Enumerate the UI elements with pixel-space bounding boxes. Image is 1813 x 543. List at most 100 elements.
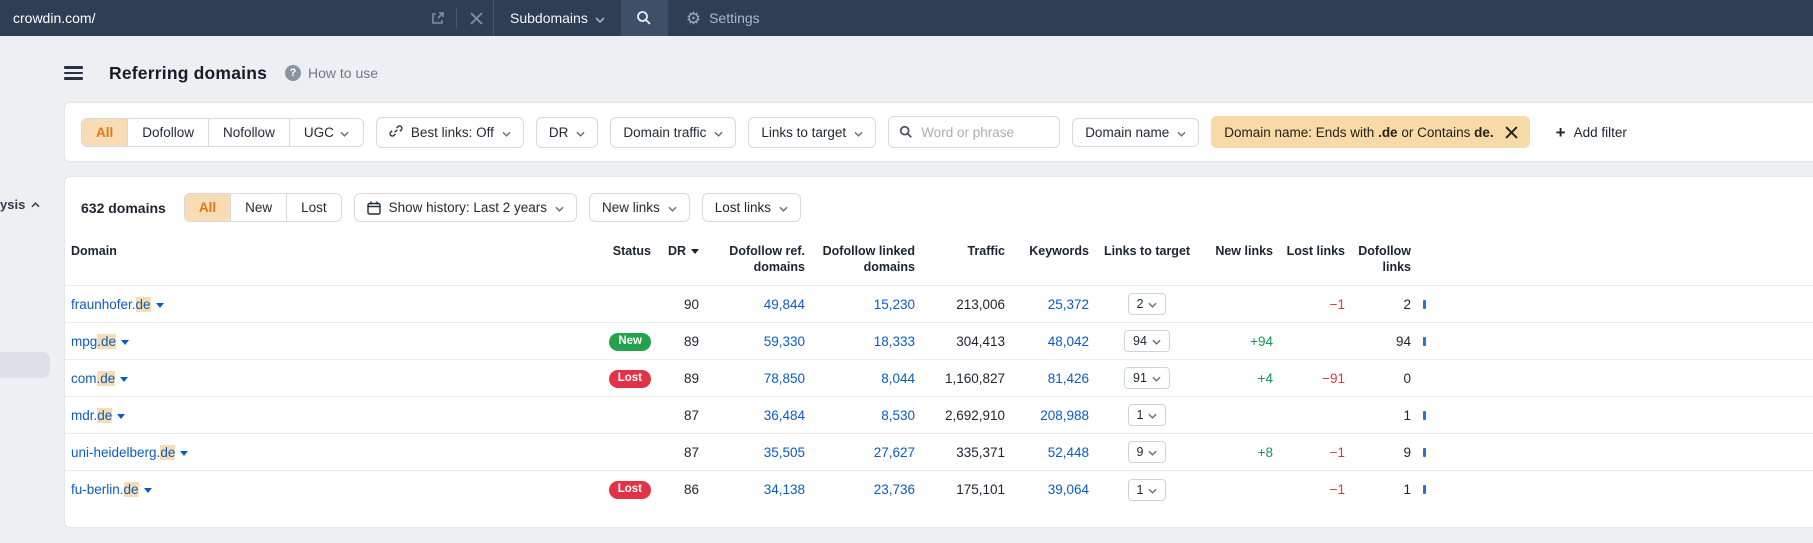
status-badge: Lost — [608, 370, 651, 388]
column-header-links-to-target[interactable]: Links to target — [1095, 236, 1199, 286]
referring-domains-panel: 632 domains All New Lost Show history: Las… — [64, 176, 1813, 528]
dofollow-linked-domains-value[interactable]: 23,736 — [811, 471, 921, 508]
keywords-value[interactable]: 39,064 — [1011, 471, 1095, 508]
links-to-target-dropdown[interactable]: 2 — [1127, 293, 1167, 316]
dofollow-linked-domains-value[interactable]: 8,530 — [811, 397, 921, 434]
domain-prefix: mdr. — [71, 407, 98, 423]
links-to-target-dropdown[interactable]: 91 — [1124, 367, 1170, 390]
domain-caret-icon[interactable] — [120, 376, 129, 382]
domain-caret-icon[interactable] — [180, 450, 189, 456]
target-input[interactable]: crowdin.com/ — [0, 0, 420, 36]
domain-prefix: com — [71, 370, 97, 386]
links-to-target-dropdown[interactable]: 1 — [1127, 478, 1167, 501]
show-history-dropdown[interactable]: Show history: Last 2 years — [353, 193, 577, 222]
clear-icon[interactable] — [459, 0, 493, 36]
column-header-status[interactable]: Status — [585, 236, 657, 286]
add-filter-button[interactable]: + Add filter — [1556, 124, 1627, 141]
page-header: Referring domains ? How to use — [64, 56, 1813, 90]
links-to-target-value: 94 — [1133, 334, 1147, 349]
filter-dropdown-best-links-off[interactable]: Best links: Off — [375, 116, 524, 148]
sidebar-fragment-box[interactable] — [0, 352, 50, 378]
dofollow-ref-domains-value[interactable]: 36,484 — [705, 397, 811, 434]
domain-link[interactable]: mdr.de — [71, 407, 113, 423]
links-to-target-dropdown[interactable]: 94 — [1124, 330, 1170, 353]
mode-dropdown[interactable]: Subdomains — [493, 0, 621, 36]
dofollow-ref-domains-value[interactable]: 35,505 — [705, 434, 811, 471]
dofollow-ref-domains-value[interactable]: 49,844 — [705, 286, 811, 323]
domain-link[interactable]: uni-heidelberg.de — [71, 444, 176, 460]
active-filter-part: or Contains — [1397, 124, 1475, 140]
new-links-dropdown[interactable]: New links — [588, 193, 690, 222]
links-to-target-dropdown[interactable]: 1 — [1127, 404, 1167, 427]
table-row: com.de Lost 89 78,850 8,044 1,160,827 81,426 91… — [65, 359, 1813, 397]
keywords-value[interactable]: 52,448 — [1011, 434, 1095, 471]
filter-tab-nofollow[interactable]: Nofollow — [208, 118, 289, 146]
domain-caret-icon[interactable] — [117, 413, 126, 419]
lost-links-value: −1 — [1329, 296, 1345, 312]
keywords-value[interactable]: 81,426 — [1011, 360, 1095, 397]
chevron-down-icon — [1148, 445, 1158, 459]
domain-link[interactable]: com.de — [71, 370, 116, 386]
sidebar-fragment[interactable]: ysis — [0, 197, 40, 212]
column-header-keywords[interactable]: Keywords — [1011, 236, 1095, 286]
dofollow-linked-domains-value[interactable]: 18,333 — [811, 323, 921, 360]
column-header-lost-links[interactable]: Lost links — [1279, 236, 1351, 286]
keywords-value[interactable]: 208,988 — [1011, 397, 1095, 434]
filler-cell — [1451, 360, 1813, 397]
menu-icon[interactable] — [64, 66, 83, 80]
new-links-value: +8 — [1257, 444, 1273, 460]
column-header-dr[interactable]: DR — [657, 236, 705, 286]
column-header-new-links[interactable]: New links — [1199, 236, 1279, 286]
remove-filter-icon[interactable] — [1494, 116, 1530, 148]
column-header-domain[interactable]: Domain — [65, 236, 585, 286]
domain-highlight: .de — [97, 333, 117, 349]
dr-value: 90 — [683, 296, 699, 312]
filter-tab-ugc[interactable]: UGC — [288, 118, 363, 146]
domain-link[interactable]: fraunhofer.de — [71, 296, 151, 312]
chevron-down-icon — [595, 10, 605, 26]
domain-link[interactable]: mpg.de — [71, 333, 117, 349]
search-button[interactable] — [620, 0, 668, 36]
filter-tab-lost[interactable]: Lost — [286, 194, 341, 221]
links-to-target-dropdown[interactable]: 9 — [1127, 441, 1167, 464]
filter-tab-dofollow[interactable]: Dofollow — [127, 118, 208, 146]
word-search-box[interactable] — [888, 116, 1061, 148]
chevron-down-icon — [1152, 371, 1161, 385]
dofollow-linked-domains-value[interactable]: 27,627 — [811, 434, 921, 471]
external-link-icon[interactable] — [420, 0, 454, 36]
domain-caret-icon[interactable] — [155, 302, 164, 308]
domain-name-dropdown[interactable]: Domain name — [1072, 117, 1200, 147]
keywords-value[interactable]: 25,372 — [1011, 286, 1095, 323]
target-url-text[interactable]: crowdin.com/ — [13, 10, 95, 26]
filter-tab-all[interactable]: All — [184, 194, 231, 221]
dofollow-ref-domains-value[interactable]: 78,850 — [705, 360, 811, 397]
column-header-dofollow-linked-domains[interactable]: Dofollow linked domains — [811, 236, 921, 286]
filter-tab-all[interactable]: All — [82, 118, 128, 146]
lost-links-value: −1 — [1329, 444, 1345, 460]
filter-dropdown-links-to-target[interactable]: Links to target — [748, 116, 877, 148]
domain-caret-icon[interactable] — [121, 339, 130, 345]
how-to-use-link[interactable]: ? How to use — [285, 65, 378, 81]
dr-value: 87 — [683, 407, 699, 423]
dofollow-linked-domains-value[interactable]: 8,044 — [811, 360, 921, 397]
keywords-value[interactable]: 48,042 — [1011, 323, 1095, 360]
chevron-down-icon — [1152, 334, 1161, 348]
lost-links-dropdown[interactable]: Lost links — [701, 193, 802, 222]
domain-link[interactable]: fu-berlin.de — [71, 482, 139, 497]
settings-button[interactable]: ⚙ Settings — [668, 0, 778, 36]
filter-tab-new[interactable]: New — [230, 194, 286, 221]
dofollow-ref-domains-value[interactable]: 34,138 — [705, 471, 811, 508]
sidebar-fragment-label: ysis — [0, 197, 26, 212]
column-header-dofollow-links[interactable]: Dofollow links — [1351, 236, 1417, 286]
link-icon — [389, 124, 403, 141]
sort-desc-icon — [691, 249, 699, 255]
column-header-traffic[interactable]: Traffic — [921, 236, 1011, 286]
filter-dropdown-domain-traffic[interactable]: Domain traffic — [610, 116, 737, 148]
status-tabs: All New Lost — [183, 193, 342, 222]
dofollow-ref-domains-value[interactable]: 59,330 — [705, 323, 811, 360]
filter-dropdown-dr[interactable]: DR — [535, 116, 599, 148]
word-search-input[interactable] — [921, 124, 1042, 140]
column-header-dofollow-ref-domains[interactable]: Dofollow ref. domains — [705, 236, 811, 286]
dofollow-linked-domains-value[interactable]: 15,230 — [811, 286, 921, 323]
domain-caret-icon[interactable] — [143, 487, 152, 493]
